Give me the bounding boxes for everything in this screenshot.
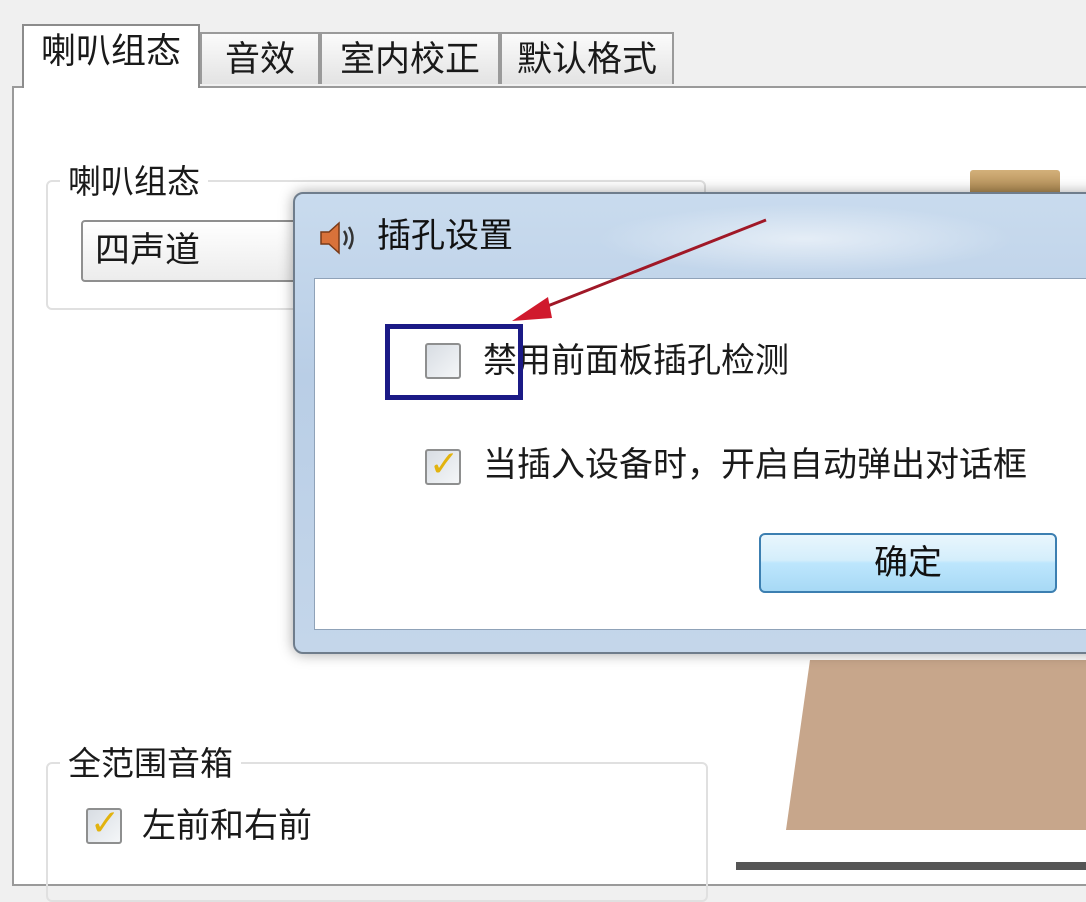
tab-default-format[interactable]: 默认格式	[500, 32, 674, 84]
speaker-config-group-title: 喇叭组态	[60, 162, 208, 202]
tab-strip: 喇叭组态 音效 室内校正 默认格式	[0, 0, 1086, 88]
auto-popup-checkbox[interactable]: ✓	[425, 445, 461, 485]
front-left-right-label: 左前和右前	[142, 806, 312, 846]
full-range-group-title: 全范围音箱	[60, 744, 241, 784]
title-bar-glow	[595, 204, 1015, 274]
speaker-icon	[320, 221, 354, 255]
room-floor-graphic	[786, 660, 1086, 830]
annotation-highlight-box	[385, 324, 523, 400]
tab-room-correction[interactable]: 室内校正	[320, 32, 500, 84]
divider	[736, 862, 1086, 870]
dialog-title: 插孔设置	[377, 216, 513, 256]
tab-sound-effects[interactable]: 音效	[200, 32, 320, 84]
tab-speaker-config[interactable]: 喇叭组态	[22, 24, 200, 88]
checkmark-icon: ✓	[90, 803, 121, 844]
auto-popup-label: 当插入设备时，开启自动弹出对话框	[483, 445, 1027, 485]
ok-button[interactable]: 确定	[759, 533, 1057, 593]
disable-front-panel-label: 禁用前面板插孔检测	[483, 341, 789, 381]
front-left-right-checkbox[interactable]: ✓	[86, 804, 122, 844]
jack-settings-dialog: 插孔设置 禁用前面板插孔检测 ✓ 当插入设备时，开启自动弹出对话框 确定	[293, 192, 1086, 654]
checkmark-icon: ✓	[429, 444, 460, 485]
